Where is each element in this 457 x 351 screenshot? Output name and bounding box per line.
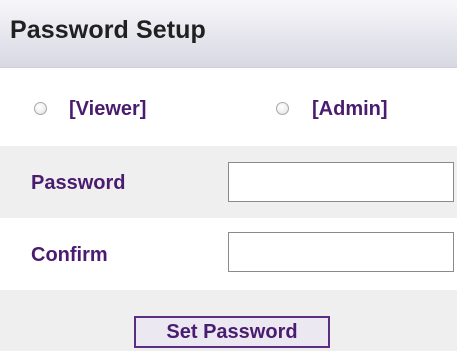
confirm-row: Confirm	[0, 218, 457, 290]
confirm-password-field[interactable]	[228, 232, 454, 272]
admin-radio-label[interactable]: [Admin]	[312, 98, 388, 121]
panel-title: Password Setup	[10, 16, 206, 44]
admin-radio[interactable]	[276, 102, 289, 115]
actions-row: Set Password	[0, 290, 457, 351]
set-password-button[interactable]: Set Password	[134, 316, 330, 348]
password-row: Password	[0, 146, 457, 218]
password-setup-panel: Password Setup [Viewer] [Admin] Password…	[0, 0, 457, 351]
role-selector: [Viewer] [Admin]	[0, 72, 457, 144]
confirm-label: Confirm	[31, 244, 108, 266]
viewer-radio[interactable]	[34, 102, 47, 115]
viewer-radio-label[interactable]: [Viewer]	[69, 98, 146, 121]
panel-header: Password Setup	[0, 0, 457, 68]
password-label: Password	[31, 172, 126, 194]
password-field[interactable]	[228, 162, 454, 202]
